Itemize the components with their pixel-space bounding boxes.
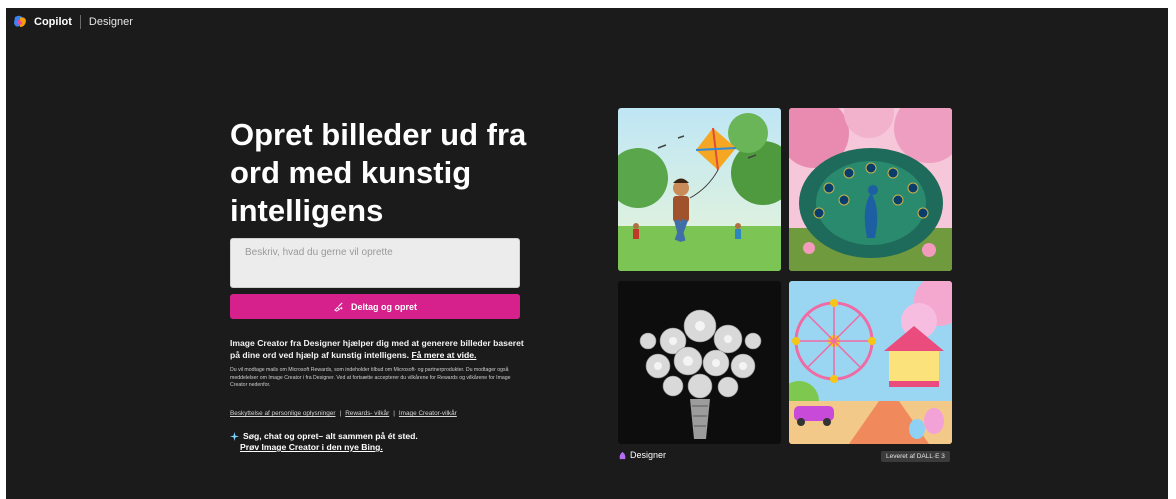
designer-label-text: Designer — [630, 450, 667, 460]
prompt-input[interactable] — [245, 247, 505, 279]
link-separator: | — [339, 410, 342, 417]
description-text: Image Creator fra Designer hjælper dig m… — [230, 338, 524, 360]
product-description: Image Creator fra Designer hjælper dig m… — [230, 337, 530, 361]
join-and-create-button[interactable]: Deltag og opret — [230, 294, 520, 319]
fine-print: Du vil modtage mails om Microsoft Reward… — [230, 367, 511, 388]
header-divider — [79, 15, 81, 29]
top-bar: Copilot Designer — [6, 8, 1168, 36]
rewards-terms-link[interactable]: Rewards- vilkår — [345, 410, 389, 417]
sparkle-icon — [230, 432, 239, 441]
gallery-image-peacock — [789, 108, 952, 271]
dalle-badge: Leveret af DALL·E 3 — [881, 451, 950, 462]
designer-logo-icon — [619, 451, 626, 459]
cta-label: Deltag og opret — [350, 301, 417, 312]
gallery-image-bouquet — [618, 281, 781, 444]
privacy-link[interactable]: Beskyttelse af personlige oplysninger — [230, 410, 336, 417]
designer-landing-page: Copilot Designer Opret billeder ud fra o… — [6, 8, 1168, 499]
brand-name[interactable]: Copilot — [34, 16, 72, 28]
learn-more-link[interactable]: Få mere at vide. — [411, 350, 476, 360]
product-name[interactable]: Designer — [89, 16, 133, 28]
legal-links: Beskyttelse af personlige oplysninger | … — [230, 410, 457, 417]
link-separator: | — [393, 410, 395, 417]
image-creator-terms-link[interactable]: Image Creator-vilkår — [399, 410, 457, 417]
prompt-box[interactable] — [230, 238, 520, 288]
bing-tagline: Søg, chat og opret– alt sammen på ét ste… — [243, 431, 418, 441]
try-bing-link[interactable]: Prøv Image Creator i den nye Bing. — [240, 442, 383, 452]
designer-label[interactable]: Designer — [618, 450, 666, 460]
page-headline: Opret billeder ud fra ord med kunstig in… — [230, 117, 527, 228]
copilot-logo-icon[interactable] — [12, 14, 28, 30]
gallery-image-amusement-park — [789, 281, 952, 444]
bing-promo: Søg, chat og opret– alt sammen på ét ste… — [230, 431, 418, 453]
gallery-image-kite — [618, 108, 781, 271]
brush-sparkle-icon — [334, 302, 343, 312]
